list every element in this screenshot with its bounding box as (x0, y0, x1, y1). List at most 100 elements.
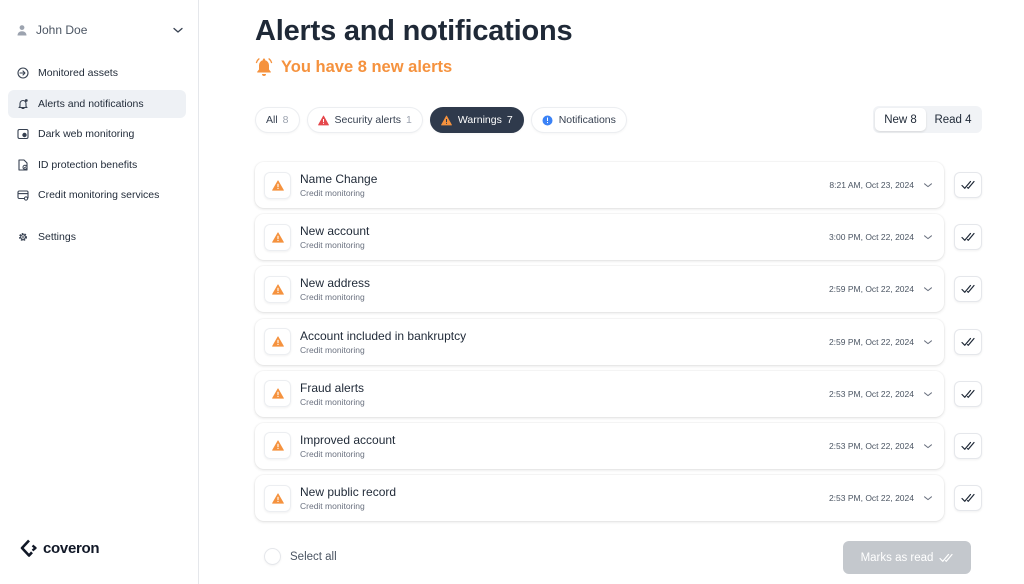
alert-source: Credit monitoring (300, 292, 365, 303)
tab-warnings[interactable]: Warnings 7 (429, 107, 524, 133)
marks-as-read-button[interactable]: Marks as read (843, 541, 971, 574)
alert-text: New account Credit monitoring (300, 224, 829, 250)
double-check-icon (961, 285, 975, 294)
red-warning-icon (317, 115, 329, 126)
alert-text: Improved account Credit monitoring (300, 433, 829, 459)
warning-icon (264, 275, 291, 303)
mark-read-button[interactable] (954, 328, 982, 355)
mark-read-button[interactable] (954, 276, 982, 303)
alert-timestamp: 2:59 PM, Oct 22, 2024 (828, 336, 914, 347)
double-check-icon (961, 494, 975, 503)
alert-title: Fraud alerts (300, 380, 365, 395)
warning-icon (264, 171, 291, 199)
sidebar-item-label: Settings (38, 231, 76, 244)
new-read-toggle: New 8 Read 4 (873, 106, 982, 133)
alert-text: Fraud alerts Credit monitoring (300, 381, 829, 407)
alert-card[interactable]: Account included in bankruptcy Credit mo… (255, 318, 944, 365)
chevron-down-icon[interactable] (922, 179, 934, 191)
chevron-down-icon[interactable] (172, 24, 184, 36)
sidebar-item-dark-web[interactable]: Dark web monitoring (8, 120, 186, 148)
alerts-count-text: You have 8 new alerts (281, 57, 453, 76)
chevron-down-icon[interactable] (922, 336, 934, 348)
alerts-list: Name Change Credit monitoring 8:21 AM, O… (255, 162, 983, 527)
mark-read-button[interactable] (954, 432, 982, 459)
alert-timestamp: 2:53 PM, Oct 22, 2024 (828, 440, 914, 451)
id-protection-icon (17, 159, 29, 171)
warning-icon (264, 328, 291, 356)
bell-icon (255, 57, 273, 77)
sidebar-item-id-protection[interactable]: ID protection benefits (8, 151, 186, 179)
sidebar: John Doe Monitored assets Alerts and not… (0, 0, 199, 584)
alert-title: Name Change (300, 172, 378, 186)
toggle-new[interactable]: New 8 (875, 108, 926, 131)
alert-card[interactable]: New address Credit monitoring 2:59 PM, O… (255, 266, 944, 313)
alert-card[interactable]: Fraud alerts Credit monitoring 2:53 PM, … (255, 370, 944, 417)
chevron-down-icon[interactable] (922, 440, 934, 452)
alert-title: Improved account (300, 432, 396, 447)
alert-source: Credit monitoring (300, 344, 365, 355)
list-item: New address Credit monitoring 2:59 PM, O… (255, 266, 983, 313)
orange-warning-icon (440, 115, 452, 126)
sidebar-item-label: Monitored assets (38, 67, 118, 79)
tab-security-alerts[interactable]: Security alerts 1 (306, 107, 423, 133)
tab-label: Notifications (558, 114, 616, 126)
chevron-down-icon[interactable] (922, 492, 934, 504)
mark-read-button[interactable] (954, 172, 982, 198)
tab-count: 7 (506, 114, 513, 126)
page-title: Alerts and notifications (255, 15, 573, 47)
gear-icon (17, 231, 29, 243)
user-menu[interactable]: John Doe (16, 21, 184, 39)
user-name: John Doe (36, 23, 88, 37)
sidebar-item-label: ID protection benefits (38, 158, 138, 171)
sidebar-item-settings[interactable]: Settings (8, 223, 186, 251)
brand-name: coveron (43, 539, 100, 557)
chevron-down-icon[interactable] (922, 388, 934, 400)
alert-card[interactable]: New public record Credit monitoring 2:53… (255, 475, 944, 522)
dark-web-icon (17, 128, 29, 140)
sidebar-item-credit-monitoring[interactable]: Credit monitoring services (8, 181, 186, 209)
tab-label: Warnings (457, 114, 502, 126)
user-icon (16, 24, 28, 36)
sidebar-nav: Monitored assets Alerts and notification… (8, 59, 186, 254)
list-item: Name Change Credit monitoring 8:21 AM, O… (255, 162, 983, 208)
alert-timestamp: 2:53 PM, Oct 22, 2024 (828, 493, 914, 504)
tab-count: 1 (406, 114, 412, 126)
sidebar-item-label: Dark web monitoring (38, 128, 135, 141)
alerts-summary: You have 8 new alerts (255, 57, 452, 77)
list-item: Fraud alerts Credit monitoring 2:53 PM, … (255, 370, 983, 417)
chevron-down-icon[interactable] (922, 283, 934, 295)
warning-icon (264, 432, 291, 460)
alert-text: New public record Credit monitoring (300, 485, 829, 511)
alert-card[interactable]: Name Change Credit monitoring 8:21 AM, O… (255, 162, 944, 208)
marks-as-read-label: Marks as read (860, 551, 934, 564)
double-check-icon (939, 552, 954, 564)
alert-text: New address Credit monitoring (300, 276, 829, 302)
coveron-logo-icon (20, 539, 38, 557)
warning-icon (264, 223, 291, 251)
mark-read-button[interactable] (954, 485, 982, 512)
credit-card-icon (17, 189, 29, 201)
alert-source: Credit monitoring (300, 396, 365, 407)
sidebar-item-monitored-assets[interactable]: Monitored assets (8, 59, 186, 87)
alert-text: Name Change Credit monitoring (300, 172, 829, 198)
alert-card[interactable]: New account Credit monitoring 3:00 PM, O… (255, 214, 944, 261)
mark-read-button[interactable] (954, 224, 982, 251)
alert-title: New public record (300, 485, 397, 500)
alert-title: New address (300, 276, 371, 291)
select-all[interactable]: Select all (264, 548, 337, 565)
sidebar-item-label: Alerts and notifications (38, 97, 144, 110)
tab-all[interactable]: All 8 (255, 107, 300, 133)
select-all-checkbox[interactable] (264, 548, 281, 565)
tab-notifications[interactable]: Notifications (530, 107, 627, 133)
sidebar-item-alerts[interactable]: Alerts and notifications (8, 89, 186, 118)
alert-title: New account (300, 224, 370, 239)
double-check-icon (961, 441, 975, 450)
alert-card[interactable]: Improved account Credit monitoring 2:53 … (255, 422, 944, 469)
list-item: Account included in bankruptcy Credit mo… (255, 318, 983, 365)
brand-logo: coveron (20, 539, 100, 557)
select-all-label: Select all (290, 550, 337, 563)
chevron-down-icon[interactable] (922, 231, 934, 243)
blue-info-icon (542, 115, 553, 126)
toggle-read[interactable]: Read 4 (926, 108, 980, 131)
mark-read-button[interactable] (954, 380, 982, 407)
